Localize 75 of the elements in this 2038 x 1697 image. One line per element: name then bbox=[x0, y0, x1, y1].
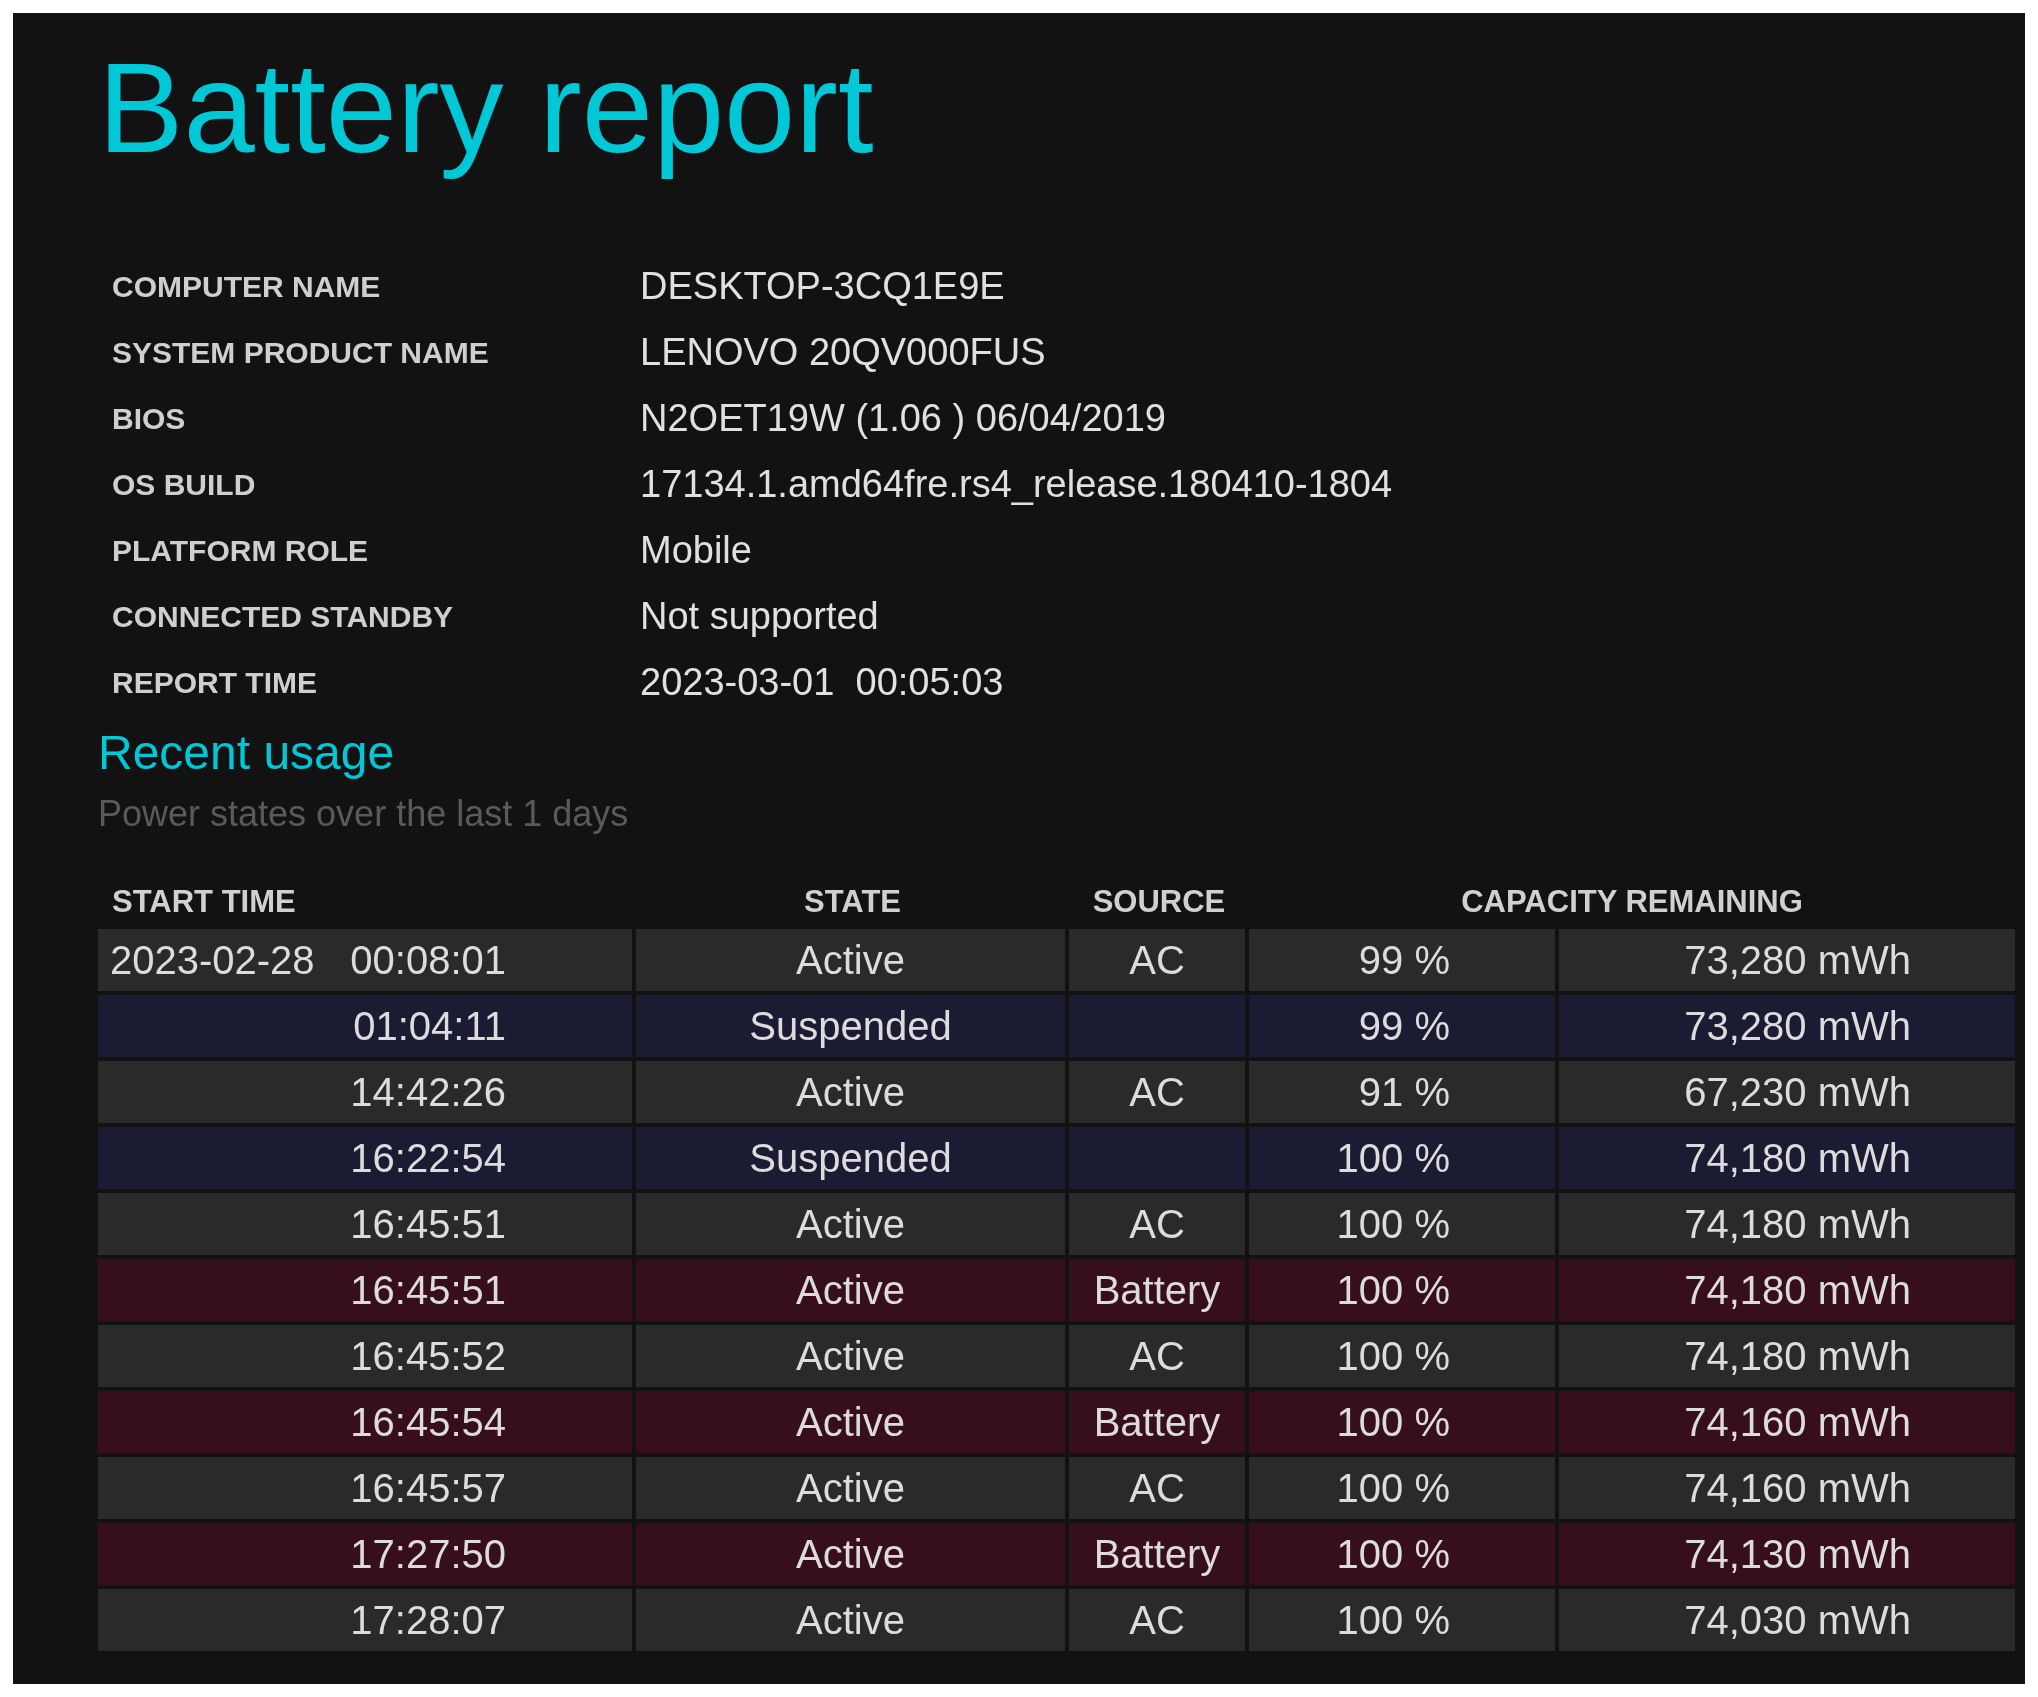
info-value: N2OET19W (1.06 ) 06/04/2019 bbox=[640, 395, 1166, 441]
table-cell: Active bbox=[636, 929, 1065, 991]
table-cell: 100 % bbox=[1249, 1457, 1555, 1519]
table-cell: 74,130 mWh bbox=[1559, 1523, 2015, 1585]
info-label: BIOS bbox=[111, 400, 187, 437]
table-cell: 73,280 mWh bbox=[1559, 995, 2015, 1057]
section-title: Recent usage bbox=[98, 725, 395, 781]
info-value: Not supported bbox=[640, 593, 879, 639]
info-value: 2023-03-01 00:05:03 bbox=[640, 659, 1004, 705]
info-label: REPORT TIME bbox=[111, 664, 318, 701]
column-header: CAPACITY REMAINING bbox=[1460, 882, 1804, 921]
info-label: COMPUTER NAME bbox=[111, 268, 382, 305]
date-text: 2023-02-28 bbox=[110, 937, 315, 984]
table-cell: 100 % bbox=[1249, 1589, 1555, 1651]
time-text: 17:27:50 bbox=[350, 1531, 506, 1578]
table-cell: 74,160 mWh bbox=[1559, 1457, 2015, 1519]
time-text: 16:45:51 bbox=[350, 1201, 506, 1248]
time-text: 16:45:57 bbox=[350, 1465, 506, 1512]
table-cell: Active bbox=[636, 1259, 1065, 1321]
table-cell: Suspended bbox=[636, 995, 1065, 1057]
time-text: 01:04:11 bbox=[353, 1003, 506, 1050]
column-header: STATE bbox=[803, 882, 902, 921]
column-header: SOURCE bbox=[1091, 882, 1227, 921]
table-cell: 100 % bbox=[1249, 1193, 1555, 1255]
table-cell: Active bbox=[636, 1325, 1065, 1387]
time-text: 17:28:07 bbox=[350, 1597, 506, 1644]
table-cell: 67,230 mWh bbox=[1559, 1061, 2015, 1123]
table-cell: Active bbox=[636, 1457, 1065, 1519]
table-cell: 74,180 mWh bbox=[1559, 1259, 2015, 1321]
info-value: DESKTOP-3CQ1E9E bbox=[640, 263, 1005, 309]
column-header: START TIME bbox=[111, 882, 297, 921]
table-cell: Active bbox=[636, 1193, 1065, 1255]
table-cell: 99 % bbox=[1249, 995, 1555, 1057]
table-cell: 74,180 mWh bbox=[1559, 1325, 2015, 1387]
table-cell: 74,030 mWh bbox=[1559, 1589, 2015, 1651]
table-cell: Active bbox=[636, 1523, 1065, 1585]
time-text: 16:45:54 bbox=[350, 1399, 506, 1446]
table-cell: 74,160 mWh bbox=[1559, 1391, 2015, 1453]
table-cell: 74,180 mWh bbox=[1559, 1127, 2015, 1189]
table-cell: AC bbox=[1069, 1193, 1245, 1255]
time-text: 00:08:01 bbox=[350, 937, 506, 984]
table-cell: Battery bbox=[1069, 1523, 1245, 1585]
info-label: OS BUILD bbox=[111, 466, 257, 503]
table-cell: 100 % bbox=[1249, 1325, 1555, 1387]
table-cell: Active bbox=[636, 1061, 1065, 1123]
info-value: 17134.1.amd64fre.rs4_release.180410-1804 bbox=[640, 461, 1393, 507]
table-cell: Battery bbox=[1069, 1391, 1245, 1453]
info-label: SYSTEM PRODUCT NAME bbox=[111, 334, 490, 371]
table-cell: AC bbox=[1069, 1457, 1245, 1519]
table-cell: AC bbox=[1069, 1589, 1245, 1651]
table-cell: 100 % bbox=[1249, 1391, 1555, 1453]
table-cell: 100 % bbox=[1249, 1127, 1555, 1189]
table-cell: 100 % bbox=[1249, 1259, 1555, 1321]
info-value: Mobile bbox=[640, 527, 752, 573]
table-cell: 99 % bbox=[1249, 929, 1555, 991]
time-text: 16:45:51 bbox=[350, 1267, 506, 1314]
info-label: CONNECTED STANDBY bbox=[111, 598, 455, 635]
info-label: PLATFORM ROLE bbox=[111, 532, 370, 569]
table-cell: Battery bbox=[1069, 1259, 1245, 1321]
table-cell: Active bbox=[636, 1589, 1065, 1651]
table-cell: 100 % bbox=[1249, 1523, 1555, 1585]
table-cell: Suspended bbox=[636, 1127, 1065, 1189]
time-text: 14:42:26 bbox=[350, 1069, 506, 1116]
table-cell: AC bbox=[1069, 1325, 1245, 1387]
table-cell: 91 % bbox=[1249, 1061, 1555, 1123]
table-cell: 74,180 mWh bbox=[1559, 1193, 2015, 1255]
table-cell: Active bbox=[636, 1391, 1065, 1453]
time-text: 16:45:52 bbox=[350, 1333, 506, 1380]
time-text: 16:22:54 bbox=[350, 1135, 506, 1182]
report-title: Battery report bbox=[98, 35, 874, 181]
table-cell: AC bbox=[1069, 929, 1245, 991]
info-value: LENOVO 20QV000FUS bbox=[640, 329, 1046, 375]
table-cell: 73,280 mWh bbox=[1559, 929, 2015, 991]
table-cell: AC bbox=[1069, 1061, 1245, 1123]
section-subtitle: Power states over the last 1 days bbox=[98, 792, 630, 836]
